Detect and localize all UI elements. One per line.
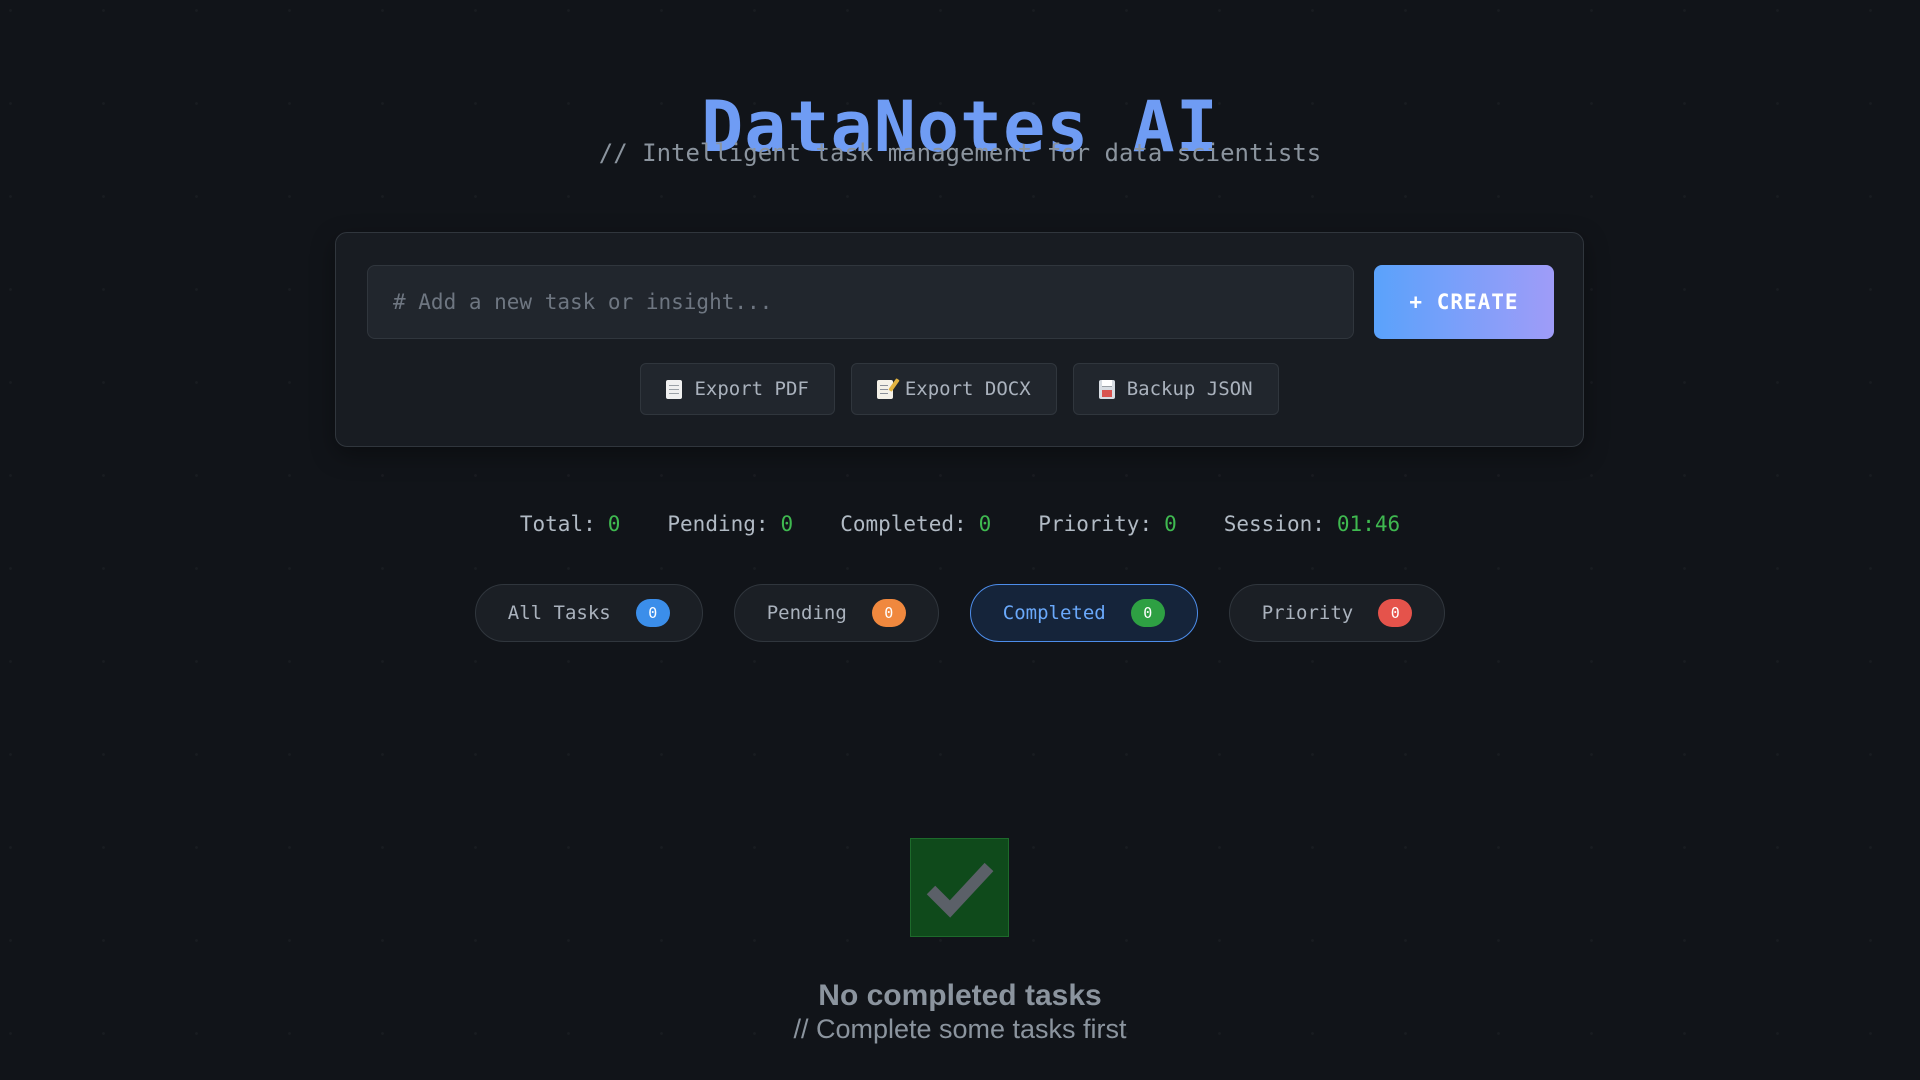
page-facing-up-icon — [666, 379, 683, 399]
task-composer-panel: + CREATE Export PDF Export DOCX Backup J… — [335, 232, 1584, 447]
count-badge: 0 — [1130, 599, 1165, 627]
filter-completed[interactable]: Completed 0 — [969, 584, 1198, 642]
stat-total: Total: 0 — [520, 508, 621, 540]
create-button[interactable]: + CREATE — [1374, 265, 1554, 339]
stat-value: 0 — [978, 512, 992, 536]
task-input[interactable] — [367, 265, 1354, 339]
filter-all-tasks[interactable]: All Tasks 0 — [474, 584, 703, 642]
count-badge: 0 — [635, 599, 670, 627]
stat-value: 0 — [1164, 512, 1177, 536]
stat-session: Session: 01:46 — [1224, 508, 1400, 540]
stat-label: Session: — [1223, 512, 1325, 536]
stat-value: 0 — [780, 512, 794, 536]
export-pdf-button[interactable]: Export PDF — [640, 363, 835, 415]
app-subtitle: // Intelligent task management for data … — [598, 139, 1322, 167]
count-badge: 0 — [871, 599, 906, 627]
stat-value: 0 — [607, 512, 621, 536]
backup-json-button[interactable]: Backup JSON — [1072, 363, 1279, 415]
filter-pending[interactable]: Pending 0 — [733, 584, 939, 642]
filter-priority[interactable]: Priority 0 — [1228, 584, 1446, 642]
export-pdf-label: Export PDF — [694, 378, 809, 400]
stat-priority: Priority: 0 — [1038, 508, 1176, 540]
filter-tabs: All Tasks 0 Pending 0 Completed 0 Priori… — [0, 584, 1920, 642]
empty-state-title: No completed tasks — [818, 979, 1102, 1012]
filter-label: Pending — [766, 602, 847, 624]
filter-label: Completed — [1002, 602, 1106, 624]
session-timer: 01:46 — [1336, 512, 1401, 536]
filter-label: Priority — [1261, 602, 1354, 624]
memo-icon — [876, 379, 893, 399]
stat-label: Pending: — [667, 512, 769, 536]
stat-label: Total: — [519, 512, 596, 536]
floppy-disk-icon — [1098, 379, 1115, 399]
empty-state-subtitle: // Complete some tasks first — [793, 1014, 1127, 1044]
export-docx-label: Export DOCX — [904, 378, 1031, 400]
filter-label: All Tasks — [507, 602, 611, 624]
count-badge: 0 — [1378, 599, 1413, 627]
stat-label: Completed: — [840, 512, 967, 536]
stats-bar: Total: 0 Pending: 0 Completed: 0 Priorit… — [0, 508, 1920, 540]
export-actions: Export PDF Export DOCX Backup JSON — [336, 363, 1583, 415]
stat-pending: Pending: 0 — [667, 508, 793, 540]
export-docx-button[interactable]: Export DOCX — [850, 363, 1057, 415]
stat-completed: Completed: 0 — [840, 508, 991, 540]
stat-label: Priority: — [1038, 512, 1153, 536]
check-mark-icon — [910, 838, 1009, 937]
backup-json-label: Backup JSON — [1126, 378, 1253, 400]
